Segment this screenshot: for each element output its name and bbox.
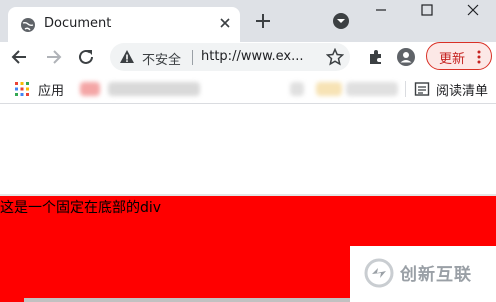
window-close-icon[interactable]	[450, 0, 496, 30]
watermark-logo: 创新互联	[350, 246, 496, 302]
logo-icon	[364, 258, 394, 288]
blurred-bookmark[interactable]	[346, 82, 398, 96]
menu-dots-icon	[477, 50, 481, 64]
minimize-icon[interactable]	[358, 0, 404, 30]
watermark-text: 创新互联	[400, 265, 472, 285]
blurred-bookmark[interactable]	[108, 82, 200, 96]
tab-title: Document	[44, 16, 112, 31]
reload-icon[interactable]	[76, 47, 96, 67]
security-label[interactable]: 不安全	[142, 49, 181, 68]
warning-icon[interactable]	[119, 49, 135, 65]
new-tab-icon[interactable]	[254, 12, 272, 30]
fixed-div-text: 这是一个固定在底部的div	[0, 200, 162, 216]
profile-avatar-icon[interactable]	[396, 47, 416, 67]
close-icon[interactable]	[218, 16, 232, 30]
horizontal-scrollbar[interactable]	[24, 298, 350, 302]
blurred-bookmark[interactable]	[80, 82, 100, 96]
apps-grid-icon[interactable]	[14, 81, 30, 97]
update-button[interactable]: 更新	[426, 42, 492, 70]
tab-search-icon[interactable]	[332, 12, 350, 30]
back-icon[interactable]	[10, 47, 30, 67]
address-bar[interactable]: 不安全 http://www.ex...	[110, 43, 350, 71]
bookmarks-bar: 应用 阅读清单	[0, 74, 496, 104]
divider	[405, 81, 406, 97]
blurred-bookmark[interactable]	[290, 82, 304, 96]
extensions-icon[interactable]	[366, 47, 386, 67]
maximize-icon[interactable]	[404, 0, 450, 30]
tab-strip: Document	[0, 0, 496, 42]
reading-list-label[interactable]: 阅读清单	[436, 80, 488, 99]
divider	[192, 50, 193, 65]
forward-icon[interactable]	[43, 47, 63, 67]
blurred-bookmark[interactable]	[316, 82, 342, 96]
reading-list-icon[interactable]	[414, 81, 430, 97]
toolbar: 不安全 http://www.ex... 更新	[0, 42, 496, 74]
star-icon[interactable]	[326, 48, 344, 66]
url-text[interactable]: http://www.ex...	[201, 49, 304, 64]
update-label: 更新	[439, 52, 466, 67]
globe-icon	[21, 18, 35, 32]
apps-label[interactable]: 应用	[38, 80, 64, 99]
tab-document[interactable]: Document	[8, 7, 240, 42]
